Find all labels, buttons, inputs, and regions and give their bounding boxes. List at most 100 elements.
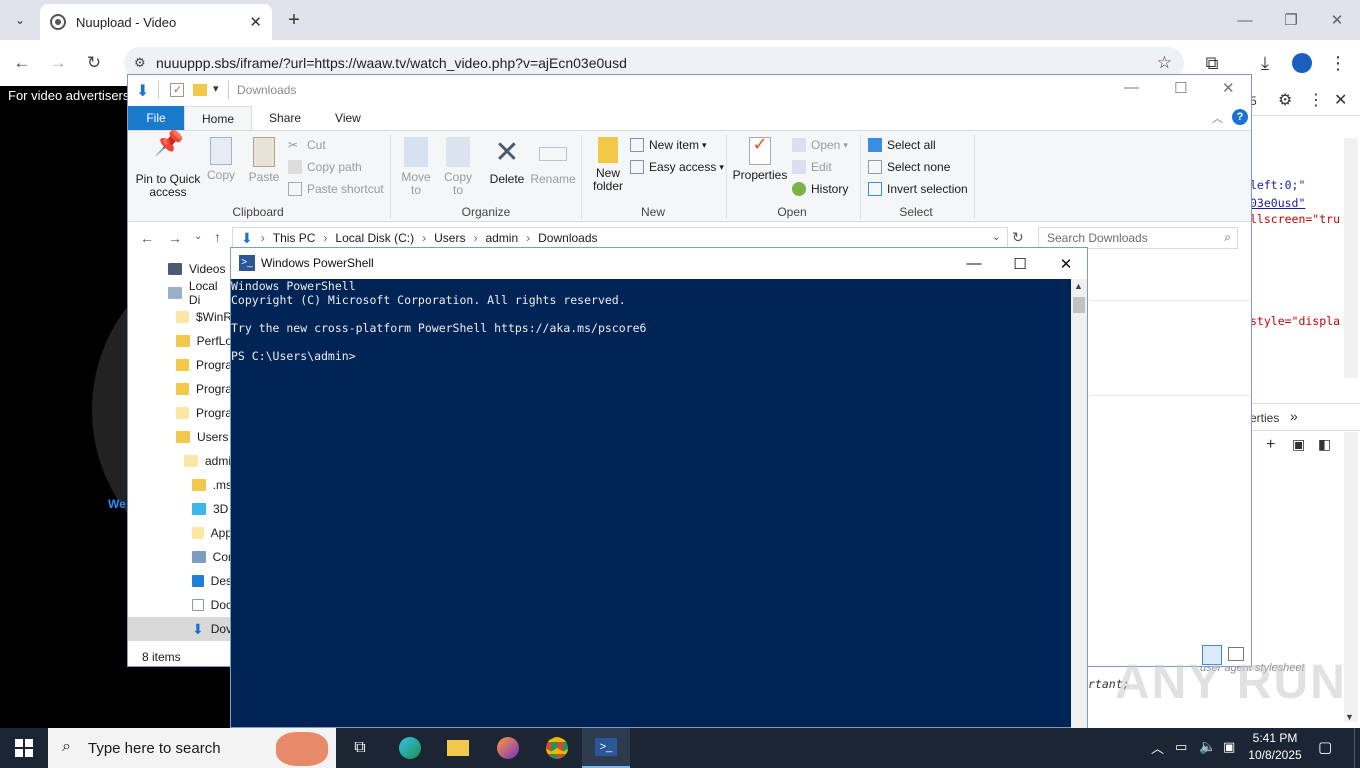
tree-item-admin[interactable]: admi (128, 449, 232, 473)
tab-view[interactable]: View (318, 106, 378, 130)
breadcrumb-admin[interactable]: admin (485, 231, 518, 245)
restore-icon[interactable]: ❐ (1268, 8, 1314, 32)
properties-checkbox-icon[interactable]: ✓ (170, 83, 184, 97)
reload-icon[interactable]: ↻ (80, 50, 108, 76)
tab-home[interactable]: Home (184, 106, 253, 130)
ps-close-icon[interactable]: ✕ (1043, 248, 1089, 279)
paste-button[interactable]: Paste (246, 137, 282, 184)
console-scrollbar[interactable]: ▲ (1071, 279, 1087, 729)
tree-item-program-files-x86[interactable]: Progra (128, 377, 232, 401)
cut-button[interactable]: ✂ Cut (288, 135, 326, 155)
tree-item-documents[interactable]: Doc (128, 593, 232, 617)
scroll-up-icon[interactable]: ▲ (1074, 281, 1083, 291)
tree-item-local-disk[interactable]: Local Di (128, 279, 232, 307)
new-folder-button[interactable]: New folder (588, 137, 628, 193)
devtools-properties-tab[interactable]: erties (1250, 411, 1279, 425)
notifications-icon[interactable]: ▢ (1318, 738, 1332, 756)
pin-quick-access-button[interactable]: 📌 Pin to Quick access (134, 132, 202, 199)
new-item-button[interactable]: New item ▾ (630, 135, 707, 155)
forward-icon[interactable]: → (44, 50, 72, 76)
minimize-icon[interactable]: — (1222, 8, 1268, 32)
file-explorer-button[interactable] (434, 728, 482, 768)
edit-button[interactable]: Edit (792, 157, 832, 177)
select-all-button[interactable]: Select all (868, 135, 936, 155)
devtools-menu-icon[interactable]: ⋮ (1308, 90, 1324, 110)
tab-share[interactable]: Share (252, 106, 318, 130)
breadcrumb-this-pc[interactable]: This PC (273, 231, 316, 245)
scroll-thumb[interactable] (1073, 297, 1085, 313)
tab-file[interactable]: File (128, 106, 184, 130)
start-button[interactable] (0, 728, 48, 768)
qat-dropdown-icon[interactable]: ▾ (213, 82, 219, 95)
profile-avatar-icon[interactable] (1287, 48, 1317, 78)
rename-button[interactable]: Rename (530, 137, 576, 186)
tree-item-appdata[interactable]: App (128, 521, 232, 545)
task-view-button[interactable]: ⧉ (336, 728, 384, 768)
select-none-button[interactable]: Select none (868, 157, 950, 177)
tree-item-winre[interactable]: $WinR (128, 305, 232, 329)
properties-button[interactable]: ✓ Properties (732, 135, 788, 182)
ps-minimize-icon[interactable]: — (951, 248, 997, 279)
new-tab-button[interactable]: + (282, 8, 306, 32)
browser-tab[interactable]: Nuupload - Video ✕ (40, 4, 272, 40)
explorer-close-icon[interactable]: ✕ (1222, 79, 1235, 97)
new-folder-qat-icon[interactable] (193, 84, 207, 96)
devtools-settings-icon[interactable]: ⚙ (1278, 90, 1292, 110)
breadcrumb-downloads[interactable]: Downloads (538, 231, 597, 245)
firefox-button[interactable] (484, 728, 532, 768)
copy-to-button[interactable]: Copy to (438, 137, 478, 197)
devtools-scrollbar[interactable] (1344, 138, 1358, 378)
system-clock[interactable]: 5:41 PM 10/8/2025 (1245, 730, 1305, 766)
close-window-icon[interactable]: ✕ (1314, 8, 1360, 32)
console-output[interactable]: Windows PowerShell Copyright (C) Microsof… (231, 279, 1071, 729)
invert-selection-button[interactable]: Invert selection (868, 179, 968, 199)
explorer-address-bar[interactable]: ⬇ › This PC › Local Disk (C:) › Users › … (232, 227, 1008, 249)
chrome-menu-icon[interactable]: ⋮ (1323, 48, 1353, 78)
site-info-icon[interactable]: ⚙ (134, 55, 146, 71)
powershell-taskbar-button[interactable]: >_ (582, 728, 630, 768)
tree-item-perflogs[interactable]: PerfLo (128, 329, 232, 353)
ad-link[interactable]: For video advertisers (8, 88, 129, 103)
bookmark-star-icon[interactable]: ☆ (1157, 53, 1172, 73)
help-icon[interactable]: ? (1232, 109, 1248, 125)
tab-close-icon[interactable]: ✕ (249, 13, 262, 31)
tree-item-downloads[interactable]: ⬇ Dov (128, 617, 232, 641)
more-tabs-icon[interactable]: » (1290, 408, 1298, 424)
explorer-maximize-icon[interactable]: ☐ (1174, 79, 1187, 97)
paste-shortcut-button[interactable]: Paste shortcut (288, 179, 384, 199)
edge-button[interactable] (386, 728, 434, 768)
add-style-icon[interactable]: + (1266, 436, 1275, 454)
tree-item-3d-objects[interactable]: 3D (128, 497, 232, 521)
recent-locations-icon[interactable]: ⌄ (194, 231, 202, 242)
display-icon[interactable]: ▣ (1223, 739, 1235, 755)
breadcrumb-local-disk[interactable]: Local Disk (C:) (335, 231, 414, 245)
devtools-close-icon[interactable]: ✕ (1334, 90, 1347, 110)
network-icon[interactable]: ▭ (1175, 739, 1187, 755)
copy-button[interactable]: Copy (204, 137, 238, 182)
tree-item-ms[interactable]: .ms (128, 473, 232, 497)
easy-access-button[interactable]: Easy access ▾ (630, 157, 724, 177)
back-icon[interactable]: ← (8, 50, 36, 76)
tree-item-desktop[interactable]: Des (128, 569, 232, 593)
ps-maximize-icon[interactable]: ☐ (997, 248, 1043, 279)
open-button[interactable]: Open ▾ (792, 135, 848, 155)
volume-icon[interactable]: 🔈 (1199, 738, 1216, 755)
download-icon[interactable]: ⤓ (1250, 48, 1280, 78)
explorer-search-input[interactable]: Search Downloads ⌕ (1038, 227, 1238, 249)
tree-item-users[interactable]: Users (128, 425, 232, 449)
taskbar-search[interactable]: ⌕ Type here to search (48, 728, 336, 768)
show-desktop-button[interactable] (1354, 728, 1355, 768)
tab-search-icon[interactable]: ⌄ (8, 8, 32, 32)
tree-item-contacts[interactable]: Cor (128, 545, 232, 569)
explorer-back-icon[interactable]: ← (140, 230, 154, 246)
devtools-scroll-down-icon[interactable]: ▼ (1345, 712, 1354, 722)
breadcrumb-users[interactable]: Users (434, 231, 465, 245)
explorer-minimize-icon[interactable]: — (1124, 79, 1139, 96)
move-to-button[interactable]: Move to (396, 137, 436, 197)
address-dropdown-icon[interactable]: ⌄ (992, 230, 1001, 243)
paint-icon[interactable]: ▣ (1292, 436, 1305, 453)
tree-item-videos[interactable]: Videos (128, 257, 232, 281)
toggle-sidebar-icon[interactable]: ◧ (1318, 436, 1331, 453)
tree-item-program-files[interactable]: Progra (128, 353, 232, 377)
delete-button[interactable]: ✕ Delete (486, 137, 528, 186)
